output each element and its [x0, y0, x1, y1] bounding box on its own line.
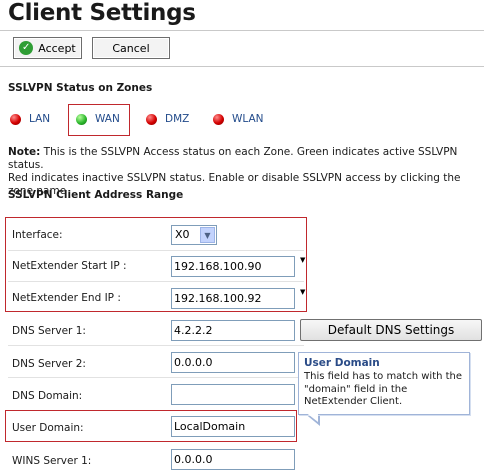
zone-wlan-label: WLAN: [232, 113, 264, 125]
title-divider: [0, 30, 484, 31]
accept-button[interactable]: ✓ Accept: [13, 37, 82, 59]
accept-button-label: Accept: [38, 41, 76, 55]
tooltip-title: User Domain: [304, 357, 380, 369]
interface-value: X0: [175, 228, 190, 241]
triangle-marker-icon: ▼: [300, 288, 306, 296]
dns2-label: DNS Server 2:: [12, 358, 86, 370]
interface-select[interactable]: X0 ▼: [171, 225, 217, 245]
row-divider: [8, 250, 304, 251]
status-red-icon: [146, 113, 157, 125]
range-heading: SSLVPN Client Address Range: [8, 189, 184, 201]
zone-wan-label: WAN: [95, 113, 120, 125]
status-red-icon: [213, 113, 224, 125]
default-dns-button[interactable]: Default DNS Settings: [300, 319, 482, 341]
zone-lan-label: LAN: [29, 113, 51, 125]
interface-label: Interface:: [12, 229, 63, 241]
dns1-input[interactable]: 4.2.2.2: [171, 320, 295, 341]
note-prefix: Note:: [8, 146, 41, 158]
zone-lan[interactable]: LAN: [10, 113, 50, 125]
status-green-icon: [76, 113, 87, 125]
user-domain-input[interactable]: LocalDomain: [171, 416, 295, 437]
user-domain-label: User Domain:: [12, 422, 84, 434]
end-ip-label: NetExtender End IP :: [12, 292, 121, 304]
status-red-icon: [10, 113, 21, 125]
dns2-input[interactable]: 0.0.0.0: [171, 352, 295, 373]
user-domain-tooltip: User Domain This field has to match with…: [298, 352, 470, 415]
tooltip-pointer-fill: [300, 408, 318, 422]
tooltip-body: This field has to match with the "domain…: [304, 371, 463, 407]
start-ip-input[interactable]: 192.168.100.90: [171, 256, 295, 277]
row-divider: [8, 345, 304, 346]
chevron-down-icon[interactable]: ▼: [200, 227, 215, 243]
check-icon: ✓: [19, 41, 34, 55]
zones-heading: SSLVPN Status on Zones: [8, 82, 153, 94]
zone-dmz[interactable]: DMZ: [146, 113, 189, 125]
cancel-button[interactable]: Cancel: [92, 37, 170, 59]
wins1-input[interactable]: 0.0.0.0: [171, 449, 295, 470]
dns1-label: DNS Server 1:: [12, 325, 86, 337]
dns-domain-label: DNS Domain:: [12, 390, 83, 402]
zone-wan[interactable]: WAN: [76, 113, 120, 125]
dns-domain-input[interactable]: [171, 384, 295, 405]
triangle-marker-icon: ▼: [300, 256, 306, 264]
toolbar-divider: [0, 66, 484, 67]
row-divider: [8, 281, 304, 282]
end-ip-input[interactable]: 192.168.100.92: [171, 288, 295, 309]
note-line1: This is the SSLVPN Access status on each…: [8, 146, 458, 171]
wins1-label: WINS Server 1:: [12, 455, 92, 467]
cancel-button-label: Cancel: [112, 41, 150, 55]
start-ip-label: NetExtender Start IP :: [12, 260, 127, 272]
page-title: Client Settings: [8, 0, 196, 26]
zone-dmz-label: DMZ: [165, 113, 190, 125]
row-divider: [8, 377, 304, 378]
zone-wlan[interactable]: WLAN: [213, 113, 264, 125]
